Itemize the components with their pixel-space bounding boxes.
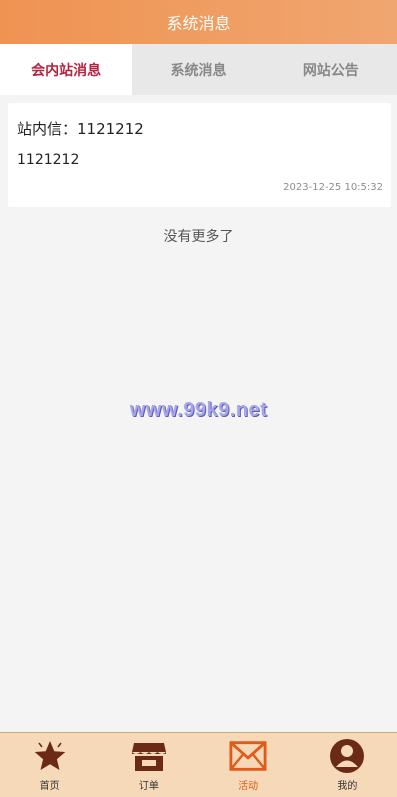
header-bar: 系统消息 (0, 0, 397, 44)
bottom-tab-bar: 首页 订单 活动 我的 (0, 732, 397, 797)
message-body: 1121212 (17, 152, 80, 168)
tab-site-announcements[interactable]: 网站公告 (264, 44, 397, 95)
tabbar-label: 订单 (138, 781, 159, 792)
tab-site-messages[interactable]: 会内站消息 (0, 44, 133, 95)
tabbar-item-home[interactable]: 首页 (0, 733, 99, 797)
tab-label: 网站公告 (302, 62, 359, 79)
tab-label: 系统消息 (170, 62, 227, 79)
message-timestamp: 2023-12-25 10:5:32 (283, 182, 383, 193)
page-title: 系统消息 (166, 14, 231, 33)
message-title: 站内信：1121212 (17, 120, 144, 138)
user-icon (328, 737, 366, 775)
tabbar-label: 首页 (39, 781, 60, 792)
page: 系统消息 会内站消息 系统消息 网站公告 站内信：1121212 1121212… (0, 0, 397, 797)
message-card[interactable]: 站内信：1121212 1121212 2023-12-25 10:5:32 (8, 103, 391, 207)
tabbar-item-profile[interactable]: 我的 (298, 733, 397, 797)
star-icon (31, 737, 69, 775)
tab-label: 会内站消息 (31, 62, 102, 79)
watermark: www.99k9.net (129, 399, 268, 421)
message-tabs: 会内站消息 系统消息 网站公告 (0, 44, 397, 95)
list-end-text: 没有更多了 (163, 229, 234, 245)
tabbar-label: 我的 (337, 781, 358, 792)
mail-icon (229, 737, 267, 775)
tabbar-item-orders[interactable]: 订单 (99, 733, 198, 797)
tabbar-item-activity[interactable]: 活动 (199, 733, 298, 797)
store-icon (130, 737, 168, 775)
tab-system-messages[interactable]: 系统消息 (132, 44, 265, 95)
tabbar-label: 活动 (238, 781, 259, 792)
